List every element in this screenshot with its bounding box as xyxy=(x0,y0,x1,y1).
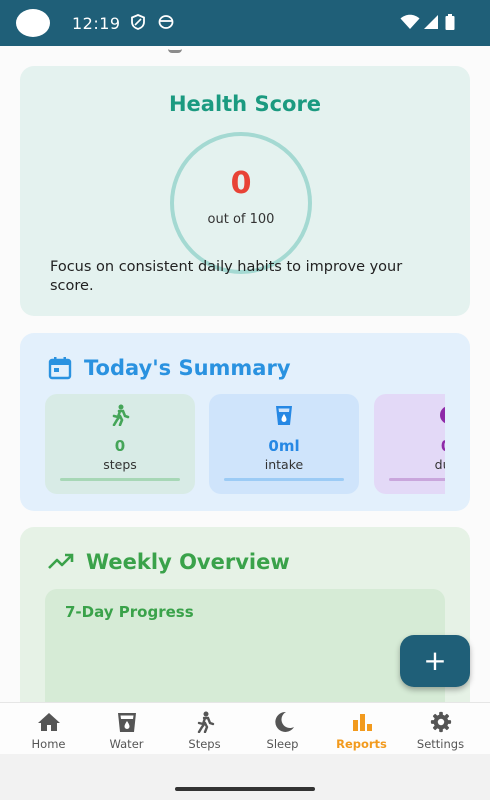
score-value: 0 xyxy=(230,166,252,201)
nav-label-settings: Settings xyxy=(416,737,465,751)
home-icon xyxy=(37,713,60,731)
trending-up-icon xyxy=(48,553,74,569)
status-bar: 12:19 xyxy=(0,0,490,46)
bottom-navigation: Home Water Steps Sleep Reports Settings xyxy=(0,702,490,755)
water-tile[interactable]: 0ml intake xyxy=(209,394,359,494)
reports-icon xyxy=(352,714,372,731)
nav-label-sleep: Sleep xyxy=(266,737,299,751)
sleep-icon xyxy=(274,711,294,732)
add-entry-button[interactable]: + xyxy=(400,635,470,687)
nav-item-home[interactable]: Home xyxy=(8,703,89,755)
summary-tiles[interactable]: 0 steps 0ml intake d xyxy=(45,394,445,494)
nav-item-water[interactable]: Water xyxy=(86,703,167,755)
health-score-card: Health Score 0 out of 100 Focus on consi… xyxy=(20,66,470,316)
nav-item-reports[interactable]: Reports xyxy=(321,703,402,755)
gesture-handle[interactable] xyxy=(175,787,315,791)
weekly-title: Weekly Overview xyxy=(86,550,290,574)
nav-item-settings[interactable]: Settings xyxy=(400,703,481,755)
nav-item-steps[interactable]: Steps xyxy=(164,703,245,755)
nav-item-sleep[interactable]: Sleep xyxy=(242,703,323,755)
system-gesture-area xyxy=(0,754,490,800)
sleep-label: dura xyxy=(434,457,445,472)
water-icon xyxy=(117,713,136,732)
summary-title: Today's Summary xyxy=(84,356,291,380)
steps-label: steps xyxy=(103,457,137,472)
water-progress-bar xyxy=(224,478,344,481)
water-value: 0ml xyxy=(268,437,300,455)
nav-label-water: Water xyxy=(109,737,144,751)
signal-icon xyxy=(424,15,438,29)
steps-progress-bar xyxy=(60,478,180,481)
todays-summary-card: Today's Summary 0 steps 0ml intake d xyxy=(20,333,470,511)
nav-label-home: Home xyxy=(31,737,66,751)
water-glass-icon xyxy=(276,406,292,425)
seven-day-progress-title: 7-Day Progress xyxy=(65,603,194,621)
nav-label-reports: Reports xyxy=(336,737,387,751)
reports-content[interactable]: Health Score 0 out of 100 Focus on consi… xyxy=(0,46,490,702)
summary-header: Today's Summary xyxy=(48,353,291,383)
sleep-value: 0. xyxy=(374,437,445,455)
steps-value: 0 xyxy=(114,437,126,455)
health-message: Focus on consistent daily habits to impr… xyxy=(50,259,403,294)
weekly-header: Weekly Overview xyxy=(48,547,290,577)
health-score-title: Health Score xyxy=(168,92,322,116)
status-time: 12:19 xyxy=(72,14,121,33)
shield-icon xyxy=(131,14,145,30)
moon-icon xyxy=(440,406,445,424)
score-out-of: out of 100 xyxy=(207,212,275,227)
sleep-progress-bar xyxy=(389,478,445,481)
camera-cutout xyxy=(16,9,50,37)
sleep-tile[interactable]: 0. dura xyxy=(374,394,445,494)
score-ring: 0 out of 100 xyxy=(170,132,312,274)
calendar-icon xyxy=(48,357,72,380)
water-label: intake xyxy=(264,457,304,472)
wifi-icon xyxy=(400,14,420,29)
nav-label-steps: Steps xyxy=(188,737,221,751)
steps-tile[interactable]: 0 steps xyxy=(45,394,195,494)
settings-icon xyxy=(430,711,451,733)
walk-icon xyxy=(112,404,130,427)
seven-day-progress-panel: 7-Day Progress xyxy=(45,589,445,702)
scrolled-header-remnant xyxy=(168,46,182,53)
battery-icon xyxy=(445,14,455,30)
app-notification-icon xyxy=(158,15,174,29)
steps-icon xyxy=(197,711,214,734)
